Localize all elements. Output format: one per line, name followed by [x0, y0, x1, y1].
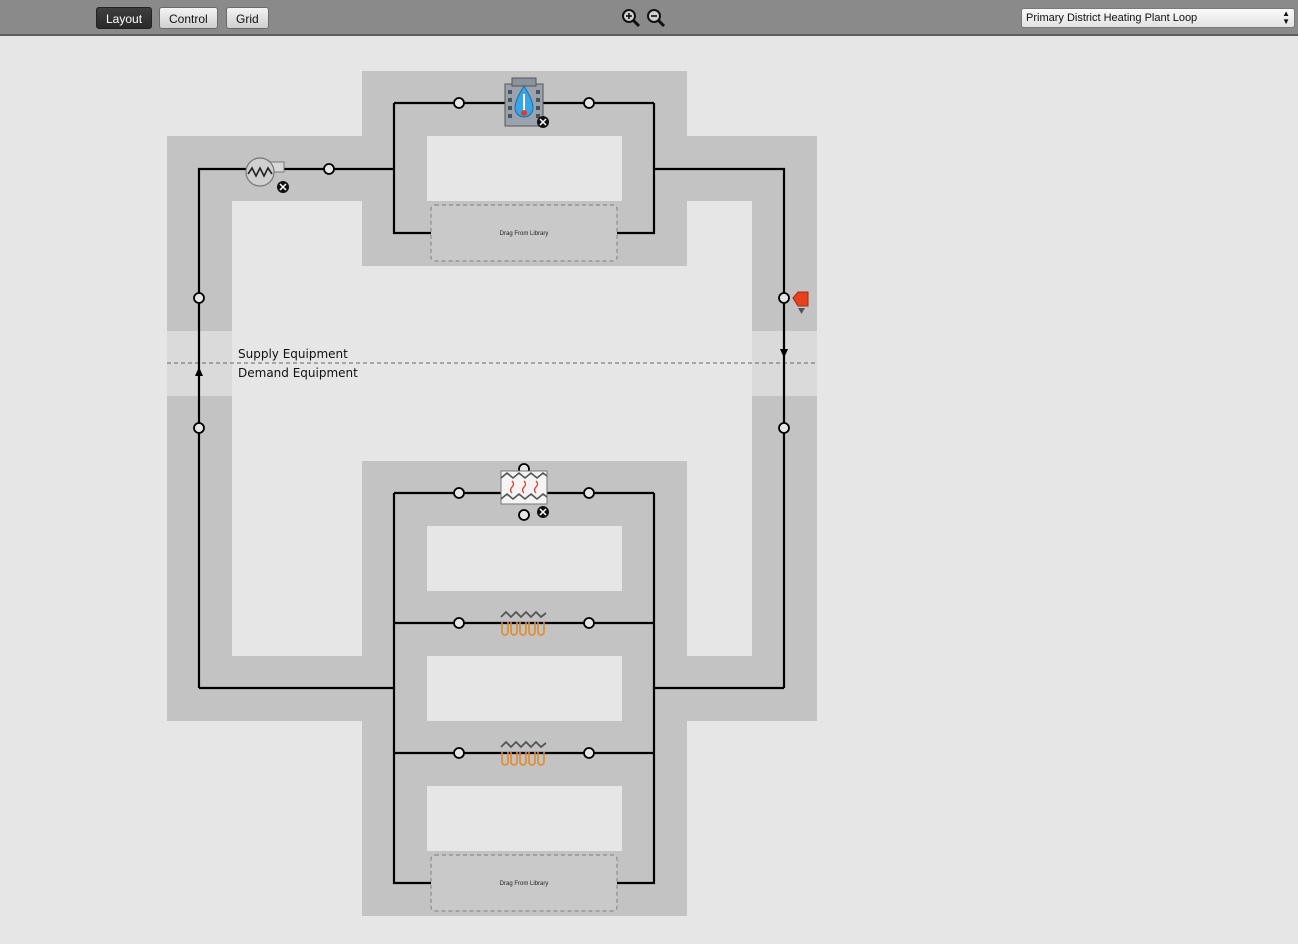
- zoom-out-icon[interactable]: [646, 8, 666, 28]
- supply-equipment-label: Supply Equipment: [238, 347, 348, 361]
- zoom-in-icon[interactable]: [621, 8, 641, 28]
- water-heater-icon[interactable]: [500, 470, 548, 505]
- supply-branch-outlet-node: [583, 97, 595, 109]
- demand-inlet-node: [778, 422, 790, 434]
- demand-drop-zone[interactable]: Drag From Library: [430, 854, 618, 912]
- plant-loop-selector[interactable]: Primary District Heating Plant Loop ▲ ▼: [1021, 8, 1295, 28]
- supply-drop-zone-label: Drag From Library: [500, 231, 549, 237]
- layout-button[interactable]: Layout: [96, 7, 153, 29]
- supply-inlet-node: [193, 292, 205, 304]
- coil-1-outlet-node: [583, 617, 595, 629]
- supply-drop-zone[interactable]: Drag From Library: [430, 204, 618, 262]
- supply-outlet-node: [778, 292, 790, 304]
- plant-loop-selector-value: Primary District Heating Plant Loop: [1026, 12, 1198, 24]
- coil-1-inlet-node: [453, 617, 465, 629]
- supply-branch-inlet-node: [453, 97, 465, 109]
- water-heater-inlet-node: [453, 487, 465, 499]
- remove-icon[interactable]: [537, 506, 549, 518]
- loop-diagram: Supply Equipment Demand Equipment Drag F…: [167, 71, 817, 916]
- demand-equipment-label: Demand Equipment: [238, 366, 358, 380]
- select-arrows-icon: ▲ ▼: [1282, 9, 1290, 26]
- coil-2-outlet-node: [583, 747, 595, 759]
- demand-drop-zone-label: Drag From Library: [500, 881, 549, 887]
- grid-button[interactable]: Grid: [226, 7, 269, 29]
- demand-outlet-node: [193, 422, 205, 434]
- remove-icon[interactable]: [537, 116, 549, 128]
- water-heater-outlet-node: [583, 487, 595, 499]
- water-heater-source-outlet-node: [518, 509, 530, 521]
- control-button[interactable]: Control: [159, 7, 218, 29]
- remove-icon[interactable]: [277, 181, 289, 193]
- district-heating-icon[interactable]: [504, 77, 544, 127]
- pump-outlet-node: [323, 163, 335, 175]
- toolbar: Layout Control Grid Primary District Hea…: [0, 0, 1298, 36]
- coil-2-inlet-node: [453, 747, 465, 759]
